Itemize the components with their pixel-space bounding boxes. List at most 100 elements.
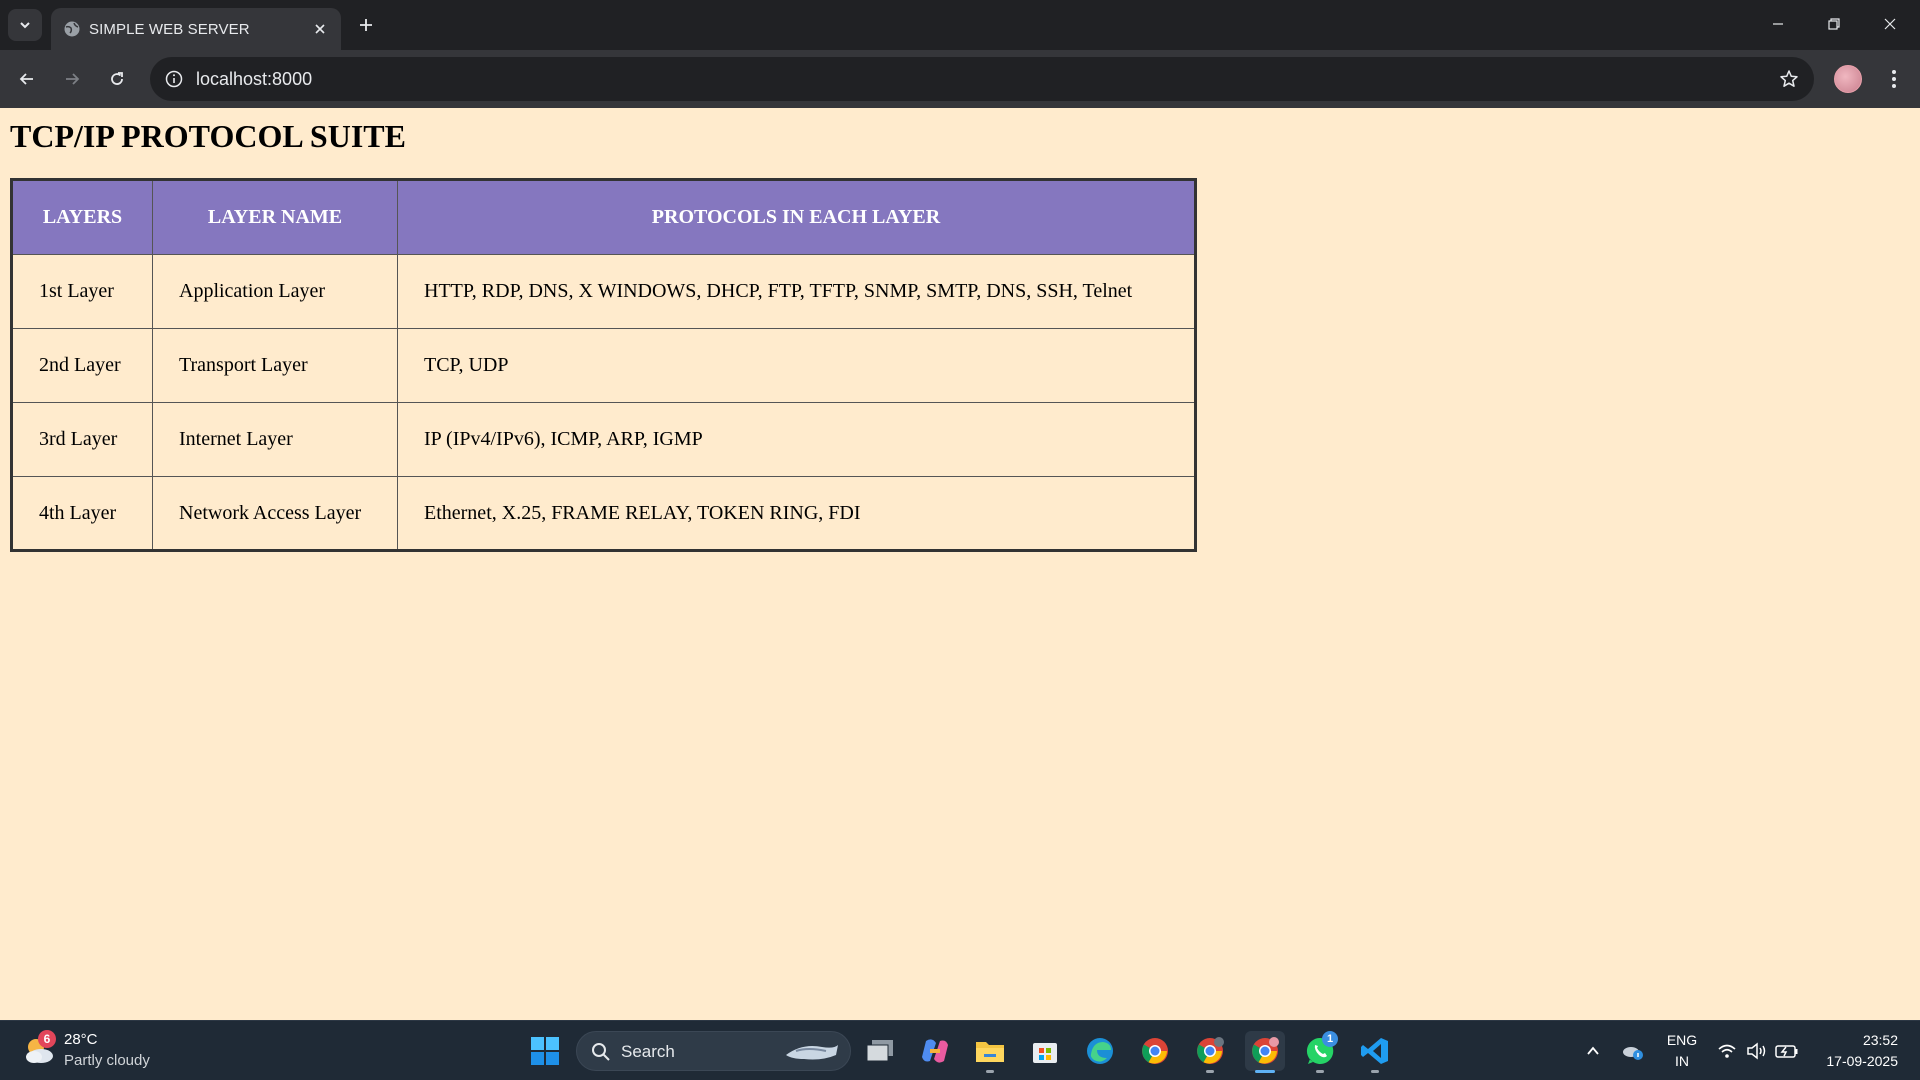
site-info-button[interactable] <box>160 65 188 93</box>
web-page: TCP/IP PROTOCOL SUITE LAYERS LAYER NAME … <box>0 108 1920 1020</box>
layer-name-cell: Network Access Layer <box>152 476 398 551</box>
reload-icon <box>111 72 123 85</box>
region-indicator[interactable]: IN <box>1666 1053 1698 1069</box>
table-row: 3rd Layer Internet Layer IP (IPv4/IPv6),… <box>11 402 1196 477</box>
protocols-cell: Ethernet, X.25, FRAME RELAY, TOKEN RING,… <box>397 476 1196 551</box>
tab-title: SIMPLE WEB SERVER <box>89 21 250 38</box>
bookmark-button[interactable] <box>1776 66 1802 92</box>
taskbar-search[interactable]: Search <box>576 1031 851 1071</box>
back-button[interactable] <box>11 63 43 95</box>
layer-name-cell: Internet Layer <box>152 402 398 477</box>
search-icon <box>592 1043 610 1061</box>
task-view-icon <box>866 1040 893 1062</box>
taskbar: 6 28°C Partly cloudy Search 1 ENG IN 23:… <box>0 1020 1920 1080</box>
clock-time[interactable]: 23:52 <box>1863 1032 1898 1048</box>
profile-avatar[interactable] <box>1834 65 1862 93</box>
arrow-left-icon <box>19 73 33 85</box>
search-highlight-icon <box>786 1045 838 1060</box>
weather-temperature: 28°C <box>64 1031 98 1048</box>
table-row: 4th Layer Network Access Layer Ethernet,… <box>11 476 1196 551</box>
file-explorer-button[interactable] <box>970 1031 1010 1073</box>
onedrive-tray-button[interactable] <box>1621 1039 1645 1063</box>
plus-icon <box>360 19 372 31</box>
protocol-table: LAYERS LAYER NAME PROTOCOLS IN EACH LAYE… <box>10 178 1197 552</box>
tab-search-button[interactable] <box>8 9 42 41</box>
wifi-tray-button[interactable] <box>1715 1039 1739 1063</box>
column-header-layer-name: LAYER NAME <box>152 179 398 255</box>
running-indicator <box>986 1070 994 1073</box>
language-indicator[interactable]: ENG <box>1666 1032 1698 1048</box>
store-icon <box>1033 1043 1057 1063</box>
copilot-icon <box>922 1039 948 1063</box>
vscode-button[interactable] <box>1355 1031 1395 1073</box>
layer-name-cell: Application Layer <box>152 254 398 329</box>
globe-icon <box>64 21 80 37</box>
browser-toolbar: localhost:8000 <box>0 50 1920 108</box>
restore-icon <box>1828 18 1840 30</box>
battery-charging-icon <box>1775 1045 1798 1058</box>
task-view-button[interactable] <box>860 1031 900 1071</box>
url-text[interactable]: localhost:8000 <box>196 69 312 90</box>
protocols-cell: TCP, UDP <box>397 328 1196 403</box>
volume-tray-button[interactable] <box>1745 1039 1769 1063</box>
microsoft-store-button[interactable] <box>1025 1031 1065 1071</box>
windows-logo-icon <box>531 1037 559 1065</box>
more-vertical-icon <box>1892 70 1896 88</box>
chrome-icon <box>1252 1037 1279 1064</box>
minimize-button[interactable] <box>1758 8 1798 40</box>
table-header-row: LAYERS LAYER NAME PROTOCOLS IN EACH LAYE… <box>11 179 1196 255</box>
show-hidden-icons-button[interactable] <box>1581 1039 1605 1063</box>
weather-description: Partly cloudy <box>64 1052 150 1069</box>
column-header-layers: LAYERS <box>11 179 153 255</box>
running-indicator <box>1206 1070 1214 1073</box>
battery-tray-button[interactable] <box>1775 1039 1799 1063</box>
protocols-cell: HTTP, RDP, DNS, X WINDOWS, DHCP, FTP, TF… <box>397 254 1196 329</box>
folder-icon <box>976 1042 1004 1062</box>
layer-number-cell: 3rd Layer <box>11 402 153 477</box>
new-tab-button[interactable] <box>353 12 379 38</box>
chevron-down-icon <box>20 22 30 29</box>
edge-icon <box>1087 1038 1113 1064</box>
clock-date[interactable]: 17-09-2025 <box>1826 1053 1898 1069</box>
weather-badge: 6 <box>38 1030 56 1048</box>
search-label: Search <box>621 1042 675 1061</box>
start-button[interactable] <box>525 1031 565 1071</box>
layer-number-cell: 4th Layer <box>11 476 153 551</box>
layer-name-cell: Transport Layer <box>152 328 398 403</box>
cloud-info-icon <box>1623 1047 1643 1060</box>
chrome-profile-button[interactable] <box>1190 1031 1230 1073</box>
edge-button[interactable] <box>1080 1031 1120 1071</box>
chrome-icon <box>1142 1038 1168 1064</box>
address-bar[interactable]: localhost:8000 <box>150 57 1814 101</box>
page-title: TCP/IP PROTOCOL SUITE <box>10 118 406 154</box>
arrow-right-icon <box>66 73 80 85</box>
volume-icon <box>1747 1042 1766 1060</box>
info-icon <box>165 70 183 88</box>
wifi-icon <box>1718 1044 1736 1058</box>
browser-menu-button[interactable] <box>1880 63 1908 95</box>
table-row: 1st Layer Application Layer HTTP, RDP, D… <box>11 254 1196 329</box>
running-indicator <box>1371 1070 1379 1073</box>
close-window-button[interactable] <box>1870 8 1910 40</box>
layer-number-cell: 2nd Layer <box>11 328 153 403</box>
chrome-button[interactable] <box>1135 1031 1175 1071</box>
copilot-button[interactable] <box>915 1031 955 1071</box>
layer-number-cell: 1st Layer <box>11 254 153 329</box>
chrome-active-button[interactable] <box>1245 1031 1285 1073</box>
close-icon <box>315 24 325 34</box>
forward-button[interactable] <box>56 63 88 95</box>
column-header-protocols: PROTOCOLS IN EACH LAYER <box>397 179 1196 255</box>
close-icon <box>1884 18 1896 30</box>
browser-tab[interactable]: SIMPLE WEB SERVER <box>51 8 341 50</box>
chevron-up-icon <box>1587 1046 1599 1055</box>
minimize-icon <box>1773 23 1783 25</box>
table-row: 2nd Layer Transport Layer TCP, UDP <box>11 328 1196 403</box>
whatsapp-button[interactable]: 1 <box>1300 1031 1340 1073</box>
active-indicator <box>1255 1070 1275 1073</box>
tab-close-button[interactable] <box>309 18 331 40</box>
vscode-icon <box>1361 1038 1388 1064</box>
restore-button[interactable] <box>1814 8 1854 40</box>
protocols-cell: IP (IPv4/IPv6), ICMP, ARP, IGMP <box>397 402 1196 477</box>
reload-button[interactable] <box>101 63 133 95</box>
tab-strip: SIMPLE WEB SERVER <box>0 0 1920 50</box>
